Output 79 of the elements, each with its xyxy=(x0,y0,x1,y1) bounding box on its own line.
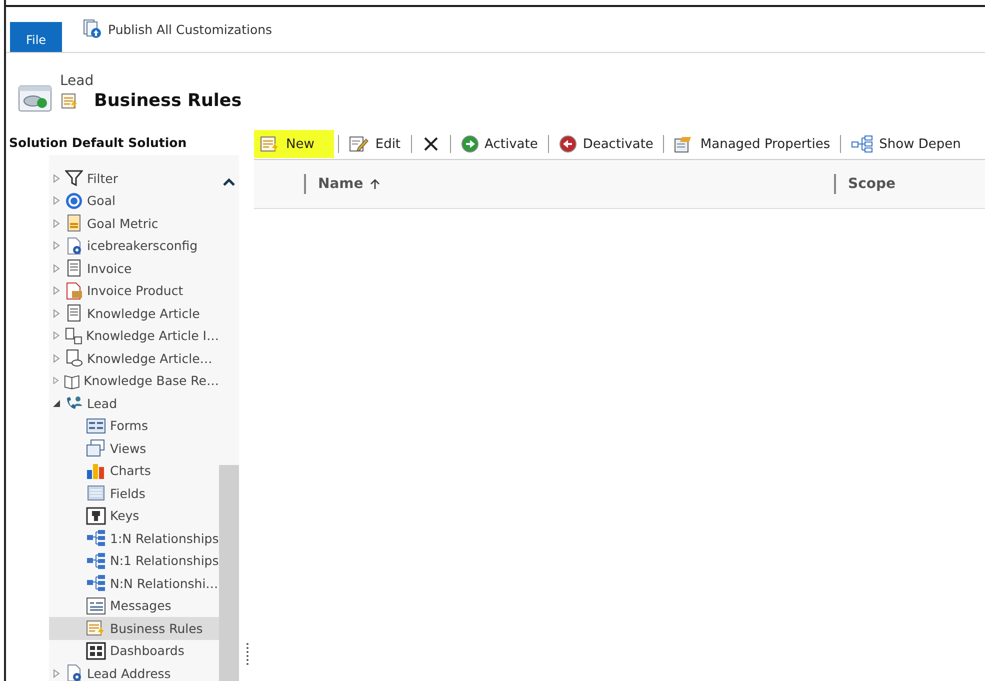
package-icon xyxy=(65,282,83,300)
tree-item[interactable]: Business Rules xyxy=(49,617,219,640)
tree-item[interactable]: Dashboards xyxy=(49,640,219,662)
sort-ascending-icon xyxy=(369,178,382,190)
properties-button[interactable]: Managed Properties xyxy=(668,130,836,158)
tree-item[interactable]: Charts xyxy=(49,460,219,482)
window-icon xyxy=(86,439,106,458)
collapsed-arrow-icon[interactable] xyxy=(52,264,61,273)
solution-title: Solution Default Solution xyxy=(8,134,188,152)
network-icon xyxy=(86,529,106,548)
tree-item[interactable]: Invoice xyxy=(87,260,132,276)
rules-icon xyxy=(60,91,80,111)
rules-icon xyxy=(86,619,106,638)
collapsed-arrow-icon[interactable] xyxy=(52,308,61,318)
expanded-arrow-icon[interactable] xyxy=(52,398,61,408)
bar-chart-icon xyxy=(86,462,106,480)
list-icon xyxy=(86,484,106,502)
tree-item[interactable]: Messages xyxy=(49,594,219,617)
collapsed-arrow-icon[interactable] xyxy=(52,241,61,250)
scrollbar-thumb[interactable] xyxy=(219,465,239,681)
funnel-icon xyxy=(65,169,83,188)
target-icon xyxy=(65,192,83,210)
entity-label: Lead xyxy=(60,73,95,89)
file-tab[interactable]: File xyxy=(10,22,62,52)
tree-item[interactable]: N:N Relationshi… xyxy=(49,572,219,594)
tree-item[interactable]: Goal xyxy=(87,193,116,208)
tree-item[interactable]: Views xyxy=(49,437,219,460)
collapsed-arrow-icon[interactable] xyxy=(52,376,60,386)
collapsed-arrow-icon[interactable] xyxy=(52,286,61,296)
message-icon xyxy=(86,596,106,615)
pencil-document-icon xyxy=(349,135,370,153)
grid-icon xyxy=(86,642,106,660)
tree-item[interactable]: 1:N Relationships xyxy=(49,527,219,550)
collapsed-arrow-icon[interactable] xyxy=(52,196,61,206)
tree-item[interactable]: Keys xyxy=(49,504,219,527)
tree-item[interactable]: Forms xyxy=(49,414,219,437)
edit-button[interactable]: Edit xyxy=(343,130,407,158)
hierarchy-icon xyxy=(851,135,874,153)
splitter-handle-icon[interactable] xyxy=(246,642,249,666)
gear-document-icon xyxy=(65,236,83,255)
collapsed-arrow-icon[interactable] xyxy=(52,218,61,228)
page-title: Business Rules xyxy=(94,91,242,111)
collapsed-arrow-icon[interactable] xyxy=(52,331,61,340)
entity-icon xyxy=(18,83,52,113)
document-icon xyxy=(65,259,83,278)
rules-icon xyxy=(260,135,280,153)
tree-item[interactable]: Knowledge Article I… xyxy=(86,328,219,344)
network-icon xyxy=(86,574,106,592)
form-icon xyxy=(86,416,106,435)
publish-icon xyxy=(82,19,102,39)
activate-button[interactable]: Activate xyxy=(454,130,544,158)
tree-item[interactable]: Fields xyxy=(49,482,219,504)
tree-item[interactable]: Knowledge Article xyxy=(87,306,200,321)
new-button[interactable]: New xyxy=(254,130,334,158)
scroll-up-icon[interactable] xyxy=(222,177,236,187)
network-icon xyxy=(86,552,106,570)
column-header[interactable]: Scope xyxy=(834,174,985,194)
deactivate-button[interactable]: Deactivate xyxy=(552,130,660,158)
collapsed-arrow-icon[interactable] xyxy=(52,668,61,678)
column-header[interactable]: Name xyxy=(304,174,834,194)
document-icon xyxy=(65,304,83,322)
documents-icon xyxy=(64,326,82,345)
delete-icon xyxy=(422,135,440,153)
tree-item[interactable]: Lead Address xyxy=(87,666,171,681)
collapsed-arrow-icon[interactable] xyxy=(52,174,61,183)
tree-item[interactable]: icebreakersconfig xyxy=(87,238,198,254)
collapsed-arrow-icon[interactable] xyxy=(52,354,61,363)
tree-item[interactable]: N:1 Relationships xyxy=(49,550,219,572)
dependencies-button[interactable]: Show Depen xyxy=(845,130,967,158)
tree-item[interactable]: Filter xyxy=(87,170,118,186)
tree-item[interactable]: Goal Metric xyxy=(87,216,158,231)
report-icon xyxy=(65,214,83,232)
key-icon xyxy=(86,506,106,525)
tree-item[interactable]: Lead xyxy=(87,396,118,411)
scrollbar[interactable] xyxy=(219,155,239,681)
tree-item[interactable]: Knowledge Article… xyxy=(87,350,212,366)
tree-item[interactable]: Knowledge Base Re… xyxy=(84,373,219,388)
publish-button[interactable]: Publish All Customizations xyxy=(82,19,272,39)
tree-item[interactable]: Invoice Product xyxy=(87,283,184,298)
